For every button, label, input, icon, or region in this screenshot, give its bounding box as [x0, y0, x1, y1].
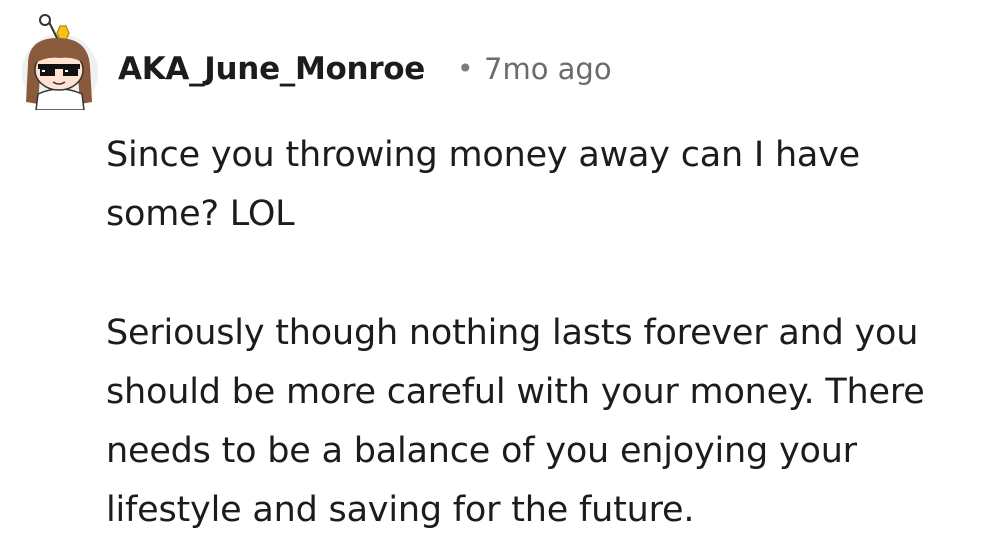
comment-timestamp[interactable]: 7mo ago — [484, 48, 612, 90]
comment: AKA_June_Monroe • 7mo ago Since you thro… — [0, 0, 1006, 537]
comment-body: Since you throwing money away can I have… — [106, 126, 996, 540]
comment-header: AKA_June_Monroe • 7mo ago — [0, 0, 1006, 120]
comment-paragraph: Seriously though nothing lasts forever a… — [106, 313, 925, 530]
meta-separator: • — [457, 52, 474, 85]
user-avatar-icon[interactable] — [8, 14, 104, 111]
comment-paragraph: Since you throwing money away can I have… — [106, 135, 861, 234]
avatar-graphic — [22, 14, 98, 111]
comment-author-link[interactable]: AKA_June_Monroe — [118, 48, 425, 90]
